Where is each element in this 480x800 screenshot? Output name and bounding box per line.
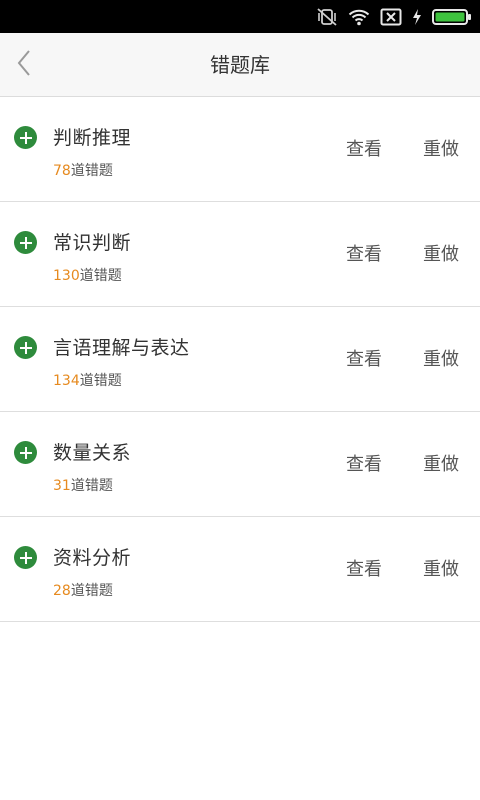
charging-icon: [412, 7, 422, 27]
view-button[interactable]: 查看: [346, 345, 382, 371]
mute-vibrate-icon: [316, 7, 338, 27]
category-name: 判断推理: [53, 127, 132, 149]
expand-plus-icon[interactable]: [14, 441, 37, 464]
error-count: 134道错题: [53, 370, 122, 390]
expand-plus-icon[interactable]: [14, 126, 37, 149]
redo-button[interactable]: 重做: [423, 135, 459, 161]
app-header: 错题库: [0, 33, 480, 97]
error-category-list: 判断推理 78道错题 查看 重做 常识判断 130道错题 查看 重做 言语理解与…: [0, 97, 480, 622]
error-count-number: 78: [53, 163, 71, 179]
redo-button[interactable]: 重做: [423, 240, 459, 266]
error-count-number: 130: [53, 268, 80, 284]
error-count-number: 31: [53, 478, 71, 494]
list-item: 判断推理 78道错题 查看 重做: [0, 97, 480, 202]
list-item: 言语理解与表达 134道错题 查看 重做: [0, 307, 480, 412]
battery-icon: [432, 7, 472, 27]
error-count: 78道错题: [53, 160, 113, 180]
view-button[interactable]: 查看: [346, 555, 382, 581]
page-title: 错题库: [210, 53, 270, 77]
error-count-suffix: 道错题: [70, 583, 113, 599]
view-button[interactable]: 查看: [346, 240, 382, 266]
error-count: 28道错题: [53, 580, 113, 600]
error-count: 130道错题: [53, 265, 122, 285]
category-name: 资料分析: [53, 547, 132, 569]
error-count-suffix: 道错题: [79, 268, 122, 284]
status-bar: [0, 0, 480, 33]
redo-button[interactable]: 重做: [423, 345, 459, 371]
list-item: 数量关系 31道错题 查看 重做: [0, 412, 480, 517]
error-count-number: 134: [53, 373, 80, 389]
wifi-icon: [348, 7, 370, 27]
error-count-suffix: 道错题: [70, 478, 113, 494]
error-count-number: 28: [53, 583, 71, 599]
list-item: 常识判断 130道错题 查看 重做: [0, 202, 480, 307]
error-count-suffix: 道错题: [70, 163, 113, 179]
list-item: 资料分析 28道错题 查看 重做: [0, 517, 480, 622]
redo-button[interactable]: 重做: [423, 555, 459, 581]
no-sim-icon: [380, 7, 402, 27]
error-count-suffix: 道错题: [79, 373, 122, 389]
view-button[interactable]: 查看: [346, 450, 382, 476]
expand-plus-icon[interactable]: [14, 336, 37, 359]
expand-plus-icon[interactable]: [14, 546, 37, 569]
view-button[interactable]: 查看: [346, 135, 382, 161]
category-name: 言语理解与表达: [53, 337, 190, 359]
category-name: 常识判断: [53, 232, 132, 254]
expand-plus-icon[interactable]: [14, 231, 37, 254]
redo-button[interactable]: 重做: [423, 450, 459, 476]
error-count: 31道错题: [53, 475, 113, 495]
category-name: 数量关系: [53, 442, 132, 464]
